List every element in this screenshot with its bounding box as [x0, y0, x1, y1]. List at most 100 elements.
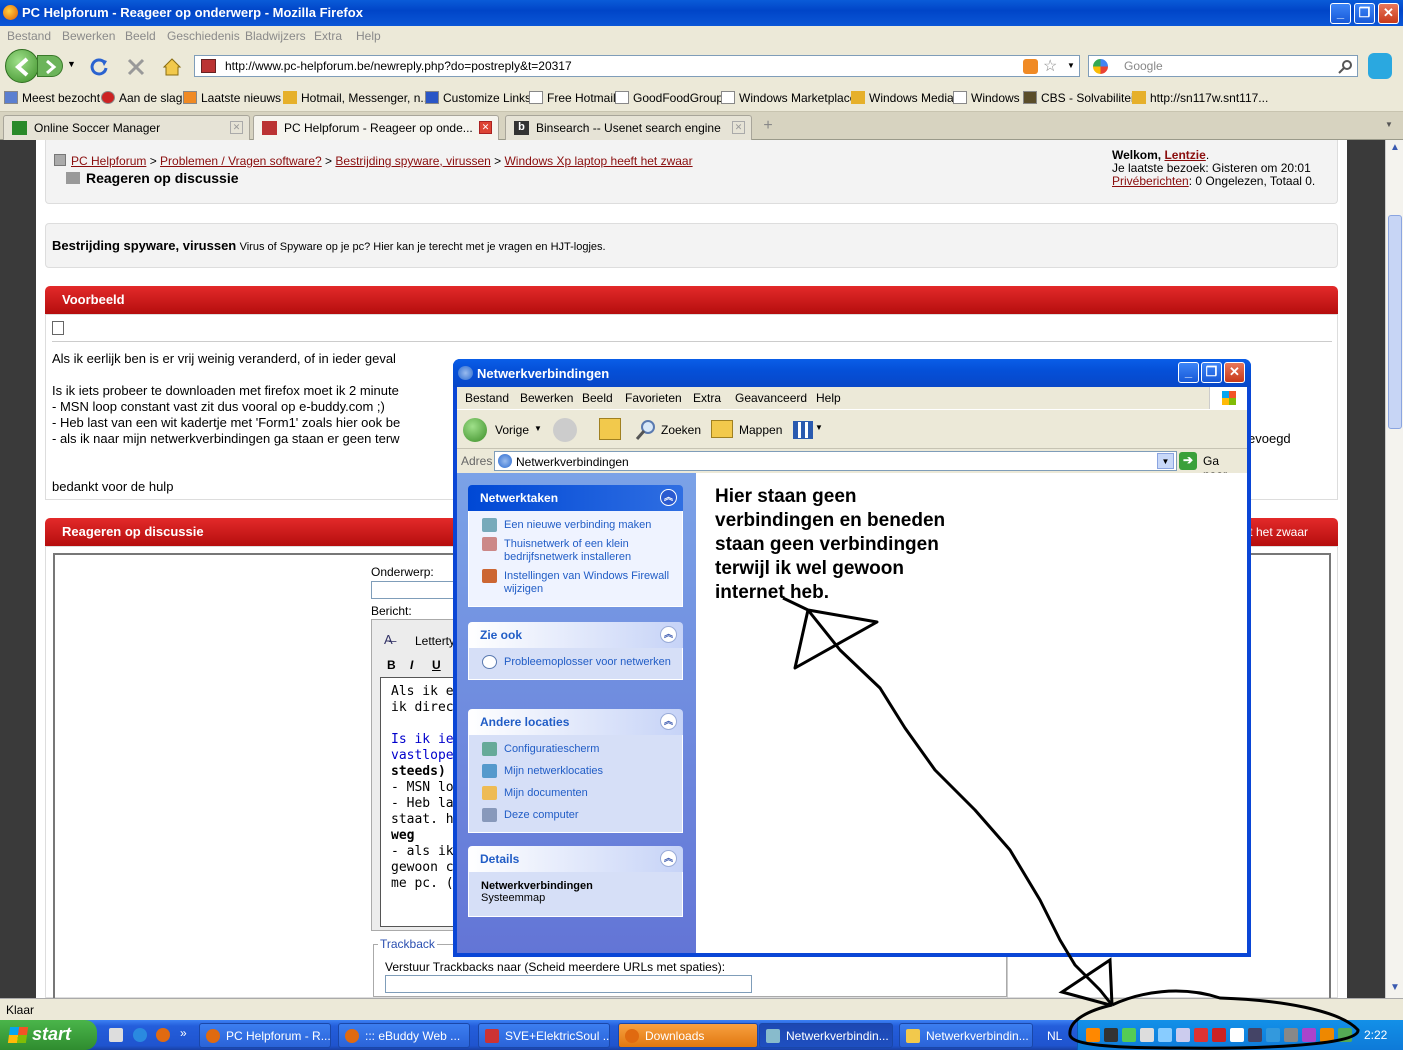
back-button[interactable]: [5, 49, 39, 83]
quicklaunch-more-icon[interactable]: »: [180, 1026, 187, 1040]
google-engine-icon[interactable]: [1093, 59, 1108, 74]
start-button[interactable]: start: [0, 1020, 97, 1050]
quicklaunch-firefox-icon[interactable]: [156, 1028, 170, 1042]
place-my-documents[interactable]: Mijn documenten: [481, 785, 682, 807]
place-control-panel[interactable]: Configuratiescherm: [481, 741, 682, 763]
search-input[interactable]: Google: [1088, 55, 1358, 77]
tab-list-dropdown-icon[interactable]: ▼: [1385, 120, 1393, 129]
bookmark-item[interactable]: Customize Links: [425, 91, 531, 105]
tab-online-soccer-manager[interactable]: Online Soccer Manager ✕: [3, 115, 250, 140]
home-icon[interactable]: [161, 56, 183, 78]
bold-button[interactable]: B: [387, 658, 396, 672]
explorer-forward-button[interactable]: [553, 418, 577, 442]
bookmark-item[interactable]: Free Hotmail: [529, 91, 616, 105]
message-textarea[interactable]: Als ik eer ik direct r Is ik iets vastlo…: [380, 677, 462, 927]
menu-beeld[interactable]: Beeld: [125, 29, 156, 43]
explorer-menu-help[interactable]: Help: [816, 391, 841, 405]
folder-up-icon[interactable]: [599, 418, 621, 440]
tray-icon[interactable]: [1086, 1028, 1100, 1042]
url-dropdown-icon[interactable]: ▼: [1067, 61, 1075, 70]
explorer-search-button[interactable]: Zoeken: [635, 417, 705, 443]
bookmark-item[interactable]: Meest bezocht: [4, 91, 100, 105]
font-select[interactable]: Letterty: [415, 634, 455, 648]
taskbar-item[interactable]: PC Helpforum - R...: [199, 1023, 331, 1048]
username-link[interactable]: Lentzie: [1164, 148, 1205, 162]
bookmark-item[interactable]: GoodFoodGroup: [615, 91, 723, 105]
reload-icon[interactable]: [88, 56, 110, 78]
tray-icon[interactable]: [1104, 1028, 1118, 1042]
explorer-close-button[interactable]: ✕: [1224, 362, 1245, 383]
explorer-folders-button[interactable]: Mappen: [711, 417, 783, 443]
breadcrumb-link[interactable]: PC Helpforum: [71, 154, 146, 168]
maximize-button[interactable]: ❐: [1354, 3, 1375, 24]
italic-button[interactable]: I: [410, 658, 413, 672]
explorer-menu-geavanceerd[interactable]: Geavanceerd: [735, 391, 807, 405]
quicklaunch-ie-icon[interactable]: [133, 1028, 147, 1042]
collapse-chevron-icon[interactable]: ︽: [660, 626, 677, 643]
taskbar-item[interactable]: SVE+ElektricSoul ...: [478, 1023, 610, 1048]
tab-close-icon[interactable]: ✕: [732, 121, 745, 134]
explorer-menu-beeld[interactable]: Beeld: [582, 391, 613, 405]
breadcrumb-link[interactable]: Windows Xp laptop heeft het zwaar: [504, 154, 692, 168]
explorer-menu-extra[interactable]: Extra: [693, 391, 721, 405]
bookmark-item[interactable]: Windows: [953, 91, 1020, 105]
rss-feed-icon[interactable]: [1023, 59, 1038, 74]
explorer-maximize-button[interactable]: ❐: [1201, 362, 1222, 383]
trackback-input[interactable]: [385, 975, 752, 993]
scrollbar-thumb[interactable]: [1388, 215, 1402, 429]
menu-extra[interactable]: Extra: [314, 29, 342, 43]
place-network-places[interactable]: Mijn netwerklocaties: [481, 763, 682, 785]
task-new-connection[interactable]: Een nieuwe verbinding maken: [481, 517, 682, 536]
collapse-chevron-icon[interactable]: ︽: [660, 850, 677, 867]
collapse-chevron-icon[interactable]: ︽: [660, 713, 677, 730]
taskbar-item[interactable]: ::: eBuddy Web ...: [338, 1023, 470, 1048]
task-network-troubleshooter[interactable]: Probleemoplosser voor netwerken: [481, 654, 682, 673]
place-my-computer[interactable]: Deze computer: [481, 807, 682, 826]
search-magnifier-icon[interactable]: [1337, 59, 1353, 75]
close-button[interactable]: ✕: [1378, 3, 1399, 24]
menu-bestand[interactable]: Bestand: [7, 29, 51, 43]
page-scrollbar[interactable]: ▲ ▼: [1385, 140, 1403, 998]
scroll-up-icon[interactable]: ▲: [1390, 142, 1400, 153]
details-header[interactable]: Details ︽: [468, 846, 683, 872]
menu-help[interactable]: Help: [356, 29, 381, 43]
menu-bewerken[interactable]: Bewerken: [62, 29, 115, 43]
taskbar-item[interactable]: Netwerkverbindin...: [759, 1023, 893, 1048]
breadcrumb-link[interactable]: Bestrijding spyware, virussen: [335, 154, 490, 168]
other-places-header[interactable]: Andere locaties ︽: [468, 709, 683, 735]
bookmark-item[interactable]: CBS - Solvabiliteit: [1023, 91, 1137, 105]
task-home-network[interactable]: Thuisnetwerk of een klein bedrijfsnetwer…: [481, 536, 682, 568]
breadcrumb-link[interactable]: Problemen / Vragen software?: [160, 154, 322, 168]
font-color-icon[interactable]: A̶: [384, 632, 393, 647]
language-indicator[interactable]: NL: [1047, 1029, 1062, 1043]
tab-pc-helpforum[interactable]: PC Helpforum - Reageer op onde... ✕: [253, 115, 499, 140]
stop-icon[interactable]: [125, 56, 147, 78]
taskbar-item[interactable]: Netwerkverbindin...: [899, 1023, 1033, 1048]
address-dropdown-icon[interactable]: ▼: [1157, 453, 1174, 469]
underline-button[interactable]: U: [432, 658, 441, 672]
tab-binsearch[interactable]: b Binsearch -- Usenet search engine ✕: [505, 115, 752, 140]
scroll-down-icon[interactable]: ▼: [1390, 982, 1400, 993]
tray-icon[interactable]: [1122, 1028, 1136, 1042]
taskbar-item[interactable]: Downloads: [618, 1023, 758, 1048]
tray-icon[interactable]: [1284, 1028, 1298, 1042]
bookmark-item[interactable]: Windows Marketplace: [721, 91, 856, 105]
bookmark-item[interactable]: Windows Media: [851, 91, 954, 105]
explorer-menu-bewerken[interactable]: Bewerken: [520, 391, 573, 405]
explorer-menu-favorieten[interactable]: Favorieten: [625, 391, 682, 405]
explorer-menu-bestand[interactable]: Bestand: [465, 391, 509, 405]
bookmark-item[interactable]: Laatste nieuws: [183, 91, 281, 105]
forward-button[interactable]: [37, 55, 63, 77]
tab-close-icon[interactable]: ✕: [230, 121, 243, 134]
tray-icon[interactable]: [1140, 1028, 1154, 1042]
tray-icon[interactable]: [1320, 1028, 1334, 1042]
bookmark-item[interactable]: Hotmail, Messenger, n...: [283, 91, 430, 105]
network-tasks-header[interactable]: Netwerktaken ︽: [468, 485, 683, 511]
explorer-back-button[interactable]: Vorige ▼: [463, 417, 543, 443]
tray-icon[interactable]: [1266, 1028, 1280, 1042]
menu-bladwijzers[interactable]: Bladwijzers: [245, 29, 306, 43]
address-bar[interactable]: http://www.pc-helpforum.be/newreply.php?…: [194, 55, 1080, 77]
tray-icon[interactable]: [1158, 1028, 1172, 1042]
bookmark-item[interactable]: http://sn117w.snt117...: [1132, 91, 1268, 105]
tray-icon[interactable]: [1338, 1028, 1352, 1042]
